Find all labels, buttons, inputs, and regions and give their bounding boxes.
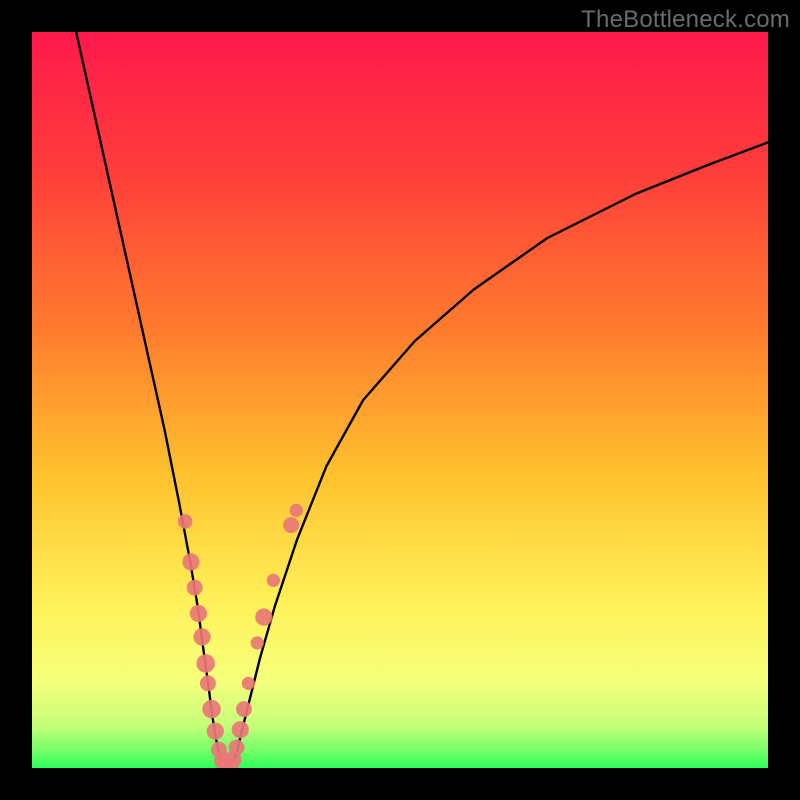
data-point: [193, 628, 210, 645]
chart-frame: TheBottleneck.com: [0, 0, 800, 800]
data-point: [242, 677, 255, 690]
data-point: [236, 701, 252, 717]
data-point: [229, 739, 245, 755]
plot-area: [32, 32, 768, 768]
plot-background: [32, 32, 768, 768]
data-point: [232, 721, 249, 738]
data-point: [207, 723, 224, 740]
data-point: [202, 700, 221, 719]
data-point: [267, 574, 280, 587]
data-point: [190, 605, 207, 622]
data-point: [283, 517, 299, 533]
data-point: [255, 609, 272, 626]
plot-svg: [32, 32, 768, 768]
data-point: [196, 654, 215, 673]
data-point: [200, 675, 216, 691]
data-point: [251, 636, 264, 649]
data-point: [178, 514, 193, 529]
data-point: [290, 504, 303, 517]
watermark-text: TheBottleneck.com: [581, 6, 790, 34]
data-point: [182, 553, 199, 570]
data-point: [187, 580, 203, 596]
